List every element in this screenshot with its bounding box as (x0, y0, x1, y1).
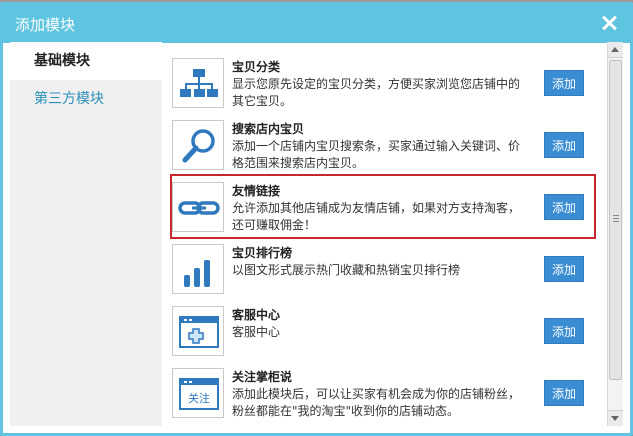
scrollbar-thumb[interactable] (609, 60, 622, 380)
dialog-title: 添加模块 (15, 16, 76, 34)
module-title: 友情链接 (232, 184, 281, 198)
add-customer-service-module-button[interactable]: 添加 (544, 318, 584, 344)
follow-window-icon: 关注 (172, 368, 224, 418)
magnifier-icon (172, 120, 224, 170)
module-row: 友情链接 允许添加其他店铺成为友情店铺，如果对方支持淘客，还可赚取佣金！ 添加 (166, 176, 602, 238)
module-title: 宝贝分类 (232, 60, 281, 74)
sidebar-item-third-party-modules[interactable]: 第三方模块 (10, 80, 162, 118)
module-row: 宝贝分类 显示您原先设定的宝贝分类，方便买家浏览您店铺中的其它宝贝。 添加 (166, 52, 602, 114)
module-description: 显示您原先设定的宝贝分类，方便买家浏览您店铺中的其它宝贝。 (232, 77, 521, 108)
module-list: 宝贝分类 显示您原先设定的宝贝分类，方便买家浏览您店铺中的其它宝贝。 添加 搜索… (166, 42, 606, 428)
module-row: 搜索店内宝贝 添加一个店铺内宝贝搜索条，买家通过输入关键词、价格范围来搜索店内宝… (166, 114, 602, 176)
module-title: 搜索店内宝贝 (232, 122, 305, 136)
add-friend-link-module-button[interactable]: 添加 (544, 194, 584, 220)
module-row: 宝贝排行榜 以图文形式展示热门收藏和热销宝贝排行榜 添加 (166, 238, 602, 300)
grip-icon (613, 215, 619, 216)
module-description: 添加一个店铺内宝贝搜索条，买家通过输入关键词、价格范围来搜索店内宝贝。 (232, 139, 521, 170)
module-title: 宝贝排行榜 (232, 246, 293, 260)
module-title: 关注掌柜说 (232, 370, 293, 384)
module-description: 添加此模块后，可以让买家有机会成为你的店铺粉丝，粉丝都能在"我的淘宝"收到你的店… (232, 387, 521, 418)
module-description: 客服中心 (232, 325, 281, 339)
follow-icon-text: 关注 (188, 391, 210, 405)
dialog-titlebar: 添加模块 (3, 5, 630, 43)
customer-service-window-icon (172, 306, 224, 356)
sidebar-item-basic-modules[interactable]: 基础模块 (10, 42, 162, 80)
scroll-down-arrow-icon[interactable] (608, 410, 623, 426)
module-category-sidebar: 基础模块 第三方模块 (10, 42, 162, 426)
module-description: 以图文形式展示热门收藏和热销宝贝排行榜 (232, 263, 461, 277)
add-ranking-module-button[interactable]: 添加 (544, 256, 584, 282)
add-category-module-button[interactable]: 添加 (544, 70, 584, 96)
module-list-scrollbar[interactable] (607, 42, 623, 426)
module-description: 允许添加其他店铺成为友情店铺，如果对方支持淘客，还可赚取佣金！ (232, 201, 521, 232)
module-row: 客服中心 客服中心 添加 (166, 300, 602, 362)
bar-ranking-icon (172, 244, 224, 294)
category-tree-icon (172, 58, 224, 108)
add-follow-module-button[interactable]: 添加 (544, 380, 584, 406)
module-title: 客服中心 (232, 308, 281, 322)
close-icon[interactable] (598, 12, 620, 34)
chain-link-icon (172, 182, 224, 232)
module-row: 关注 关注掌柜说 添加此模块后，可以让买家有机会成为你的店铺粉丝，粉丝都能在"我… (166, 362, 602, 424)
add-search-module-button[interactable]: 添加 (544, 132, 584, 158)
scroll-up-arrow-icon[interactable] (608, 42, 623, 58)
